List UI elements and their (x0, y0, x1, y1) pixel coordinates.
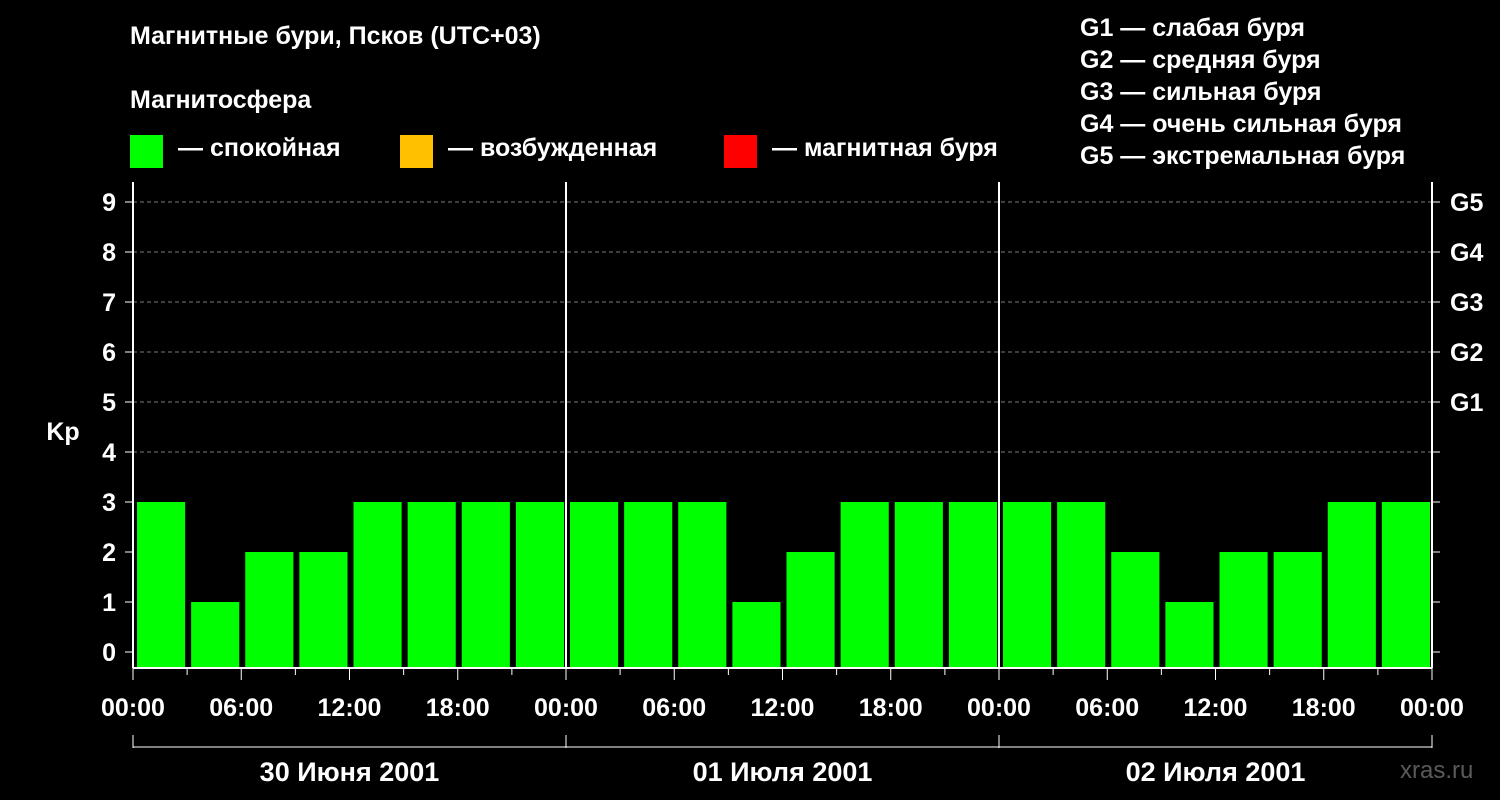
kp-bar (1003, 502, 1052, 668)
kp-bar (137, 502, 186, 668)
x-tick-label: 18:00 (426, 694, 490, 722)
x-tick-label: 12:00 (318, 694, 382, 722)
y-axis-title: Kp (46, 418, 79, 446)
g-scale-label-g5: G5 (1450, 189, 1483, 217)
kp-bar (245, 552, 294, 668)
x-tick-label: 18:00 (1292, 694, 1356, 722)
kp-bar (786, 552, 835, 668)
y-tick-label: 9 (102, 189, 116, 217)
day-label: 30 Июня 2001 (260, 757, 440, 787)
y-tick-label: 7 (102, 289, 116, 317)
y-tick-label: 0 (102, 639, 116, 667)
kp-bar (570, 502, 619, 668)
kp-bar (461, 502, 510, 668)
g-scale-label-g3: G3 (1450, 289, 1483, 317)
site-watermark: xras.ru (1400, 757, 1474, 784)
y-tick-label: 1 (102, 589, 116, 617)
x-tick-label: 06:00 (1075, 694, 1139, 722)
kp-bar (1381, 502, 1430, 668)
y-tick-label: 3 (102, 489, 116, 517)
y-tick-label: 6 (102, 339, 116, 367)
kp-bar (1327, 502, 1376, 668)
kp-bar (1111, 552, 1160, 668)
g-scale-label-g1: G1 (1450, 389, 1483, 417)
kp-forecast-panel: Магнитные бури, Псков (UTC+03) Магнитосф… (0, 0, 1500, 800)
x-tick-label: 12:00 (751, 694, 815, 722)
x-tick-label: 12:00 (1184, 694, 1248, 722)
y-tick-label: 2 (102, 539, 116, 567)
kp-bar (948, 502, 997, 668)
kp-bar (515, 502, 564, 668)
kp-bar (840, 502, 889, 668)
kp-bar (407, 502, 456, 668)
g-scale-label-g4: G4 (1450, 239, 1483, 267)
kp-bar (1219, 552, 1268, 668)
kp-bar (678, 502, 727, 668)
kp-bar (299, 552, 348, 668)
x-tick-label: 00:00 (1400, 694, 1464, 722)
kp-bar (1057, 502, 1106, 668)
y-tick-label: 8 (102, 239, 116, 267)
kp-bar-chart: 0 1 2 3 4 5 6 7 8 9 G1 G2 G3 G4 G5 Kp 00:00 06:00 12:00 18:… (46, 182, 1483, 787)
kp-bar (1165, 602, 1214, 668)
day-label: 01 Июля 2001 (693, 757, 873, 787)
x-tick-label: 00:00 (967, 694, 1031, 722)
x-tick-label: 00:00 (101, 694, 165, 722)
kp-bar (353, 502, 402, 668)
kp-bar (732, 602, 781, 668)
kp-bar (1273, 552, 1322, 668)
x-tick-label: 06:00 (642, 694, 706, 722)
y-tick-label: 4 (102, 439, 116, 467)
kp-bar (894, 502, 943, 668)
x-tick-label: 06:00 (209, 694, 273, 722)
y-tick-label: 5 (102, 389, 116, 417)
kp-bar (624, 502, 673, 668)
kp-bar (191, 602, 240, 668)
x-tick-label: 00:00 (534, 694, 598, 722)
g-scale-label-g2: G2 (1450, 339, 1483, 367)
x-tick-label: 18:00 (859, 694, 923, 722)
day-label: 02 Июля 2001 (1126, 757, 1306, 787)
